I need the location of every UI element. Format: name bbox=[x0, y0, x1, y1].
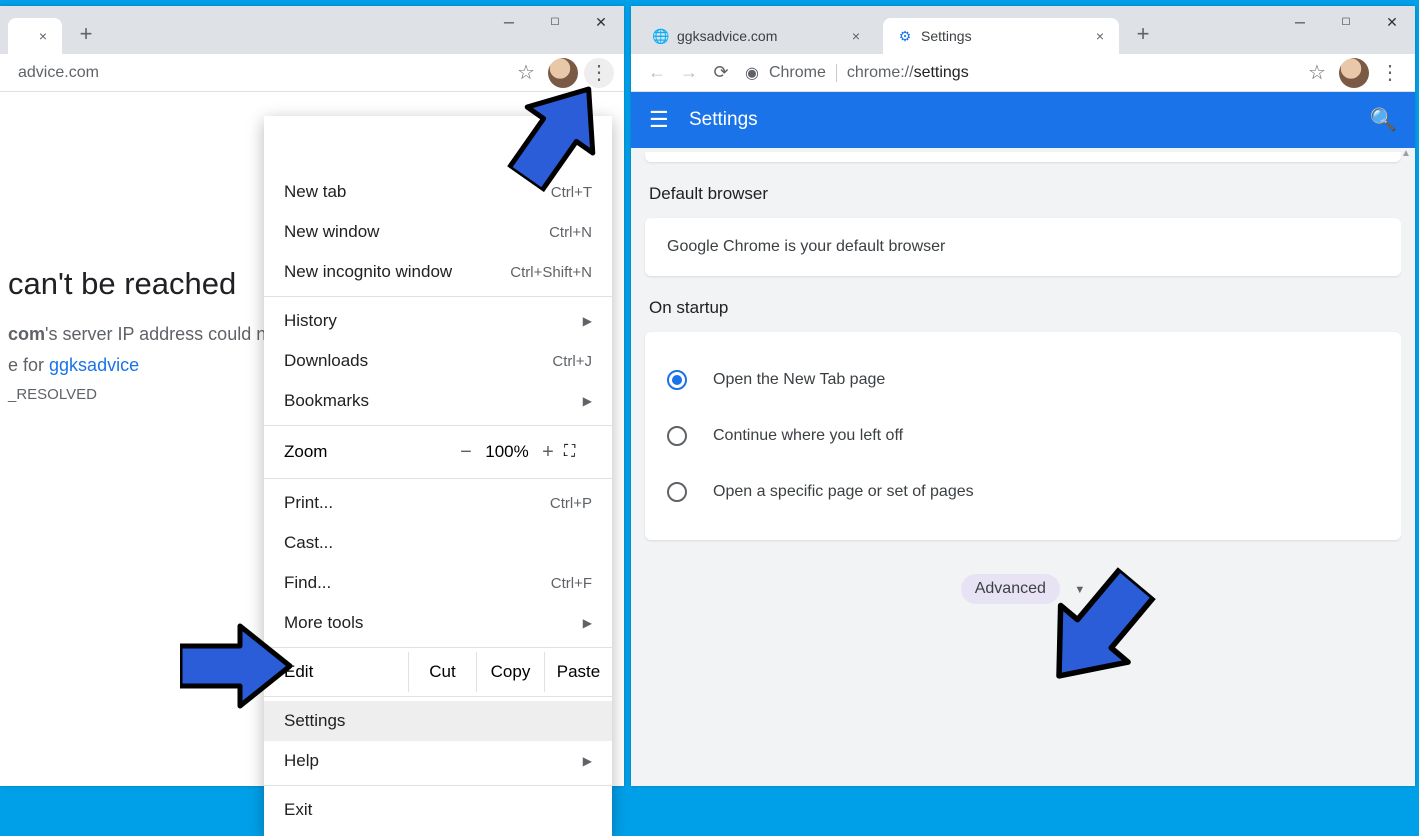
close-button[interactable]: ✕ bbox=[1369, 6, 1415, 38]
omnibar: ← → ⟳ ◉ Chrome chrome://settings ☆ ⋮ bbox=[631, 54, 1415, 92]
menu-history[interactable]: History▶ bbox=[264, 301, 612, 341]
advanced-row: Advanced ▼ bbox=[645, 574, 1401, 604]
tab-strip: 🌐 ggksadvice.com × ⚙ Settings × + ─ ☐ ✕ bbox=[631, 6, 1415, 54]
tab-label: Settings bbox=[921, 28, 972, 44]
bookmark-star-icon[interactable]: ☆ bbox=[1301, 57, 1333, 89]
settings-content: ▲ Default browser Google Chrome is your … bbox=[631, 148, 1415, 786]
tab-ggksadvice[interactable]: 🌐 ggksadvice.com × bbox=[639, 18, 875, 54]
new-tab-button[interactable]: + bbox=[70, 18, 102, 50]
startup-option-specific[interactable]: Open a specific page or set of pages bbox=[667, 464, 1379, 520]
maximize-button[interactable]: ☐ bbox=[1323, 6, 1369, 38]
tab-close-button[interactable]: × bbox=[847, 27, 865, 45]
menu-help[interactable]: Help▶ bbox=[264, 741, 612, 781]
profile-avatar[interactable] bbox=[548, 58, 578, 88]
edit-label: Edit bbox=[264, 662, 408, 682]
menu-find[interactable]: Find...Ctrl+F bbox=[264, 563, 612, 603]
menu-downloads[interactable]: DownloadsCtrl+J bbox=[264, 341, 612, 381]
default-browser-text: Google Chrome is your default browser bbox=[667, 238, 945, 255]
copy-button[interactable]: Copy bbox=[476, 652, 544, 692]
submenu-arrow-icon: ▶ bbox=[583, 394, 592, 408]
advanced-button[interactable]: Advanced bbox=[961, 574, 1060, 604]
minimize-button[interactable]: ─ bbox=[486, 6, 532, 38]
menu-print[interactable]: Print...Ctrl+P bbox=[264, 483, 612, 523]
globe-icon: 🌐 bbox=[653, 28, 669, 44]
menu-kebab-icon[interactable]: ⋮ bbox=[584, 58, 614, 88]
radio-icon bbox=[667, 426, 687, 446]
default-browser-card: Google Chrome is your default browser bbox=[645, 218, 1401, 276]
zoom-label: Zoom bbox=[284, 442, 450, 462]
active-tab[interactable]: × bbox=[8, 18, 62, 54]
forward-button[interactable]: → bbox=[673, 57, 705, 89]
chrome-main-menu: New tabCtrl+T New windowCtrl+N New incog… bbox=[264, 116, 612, 836]
back-button[interactable]: ← bbox=[641, 57, 673, 89]
maximize-button[interactable]: ☐ bbox=[532, 6, 578, 38]
menu-incognito[interactable]: New incognito windowCtrl+Shift+N bbox=[264, 252, 612, 292]
menu-more-tools[interactable]: More tools▶ bbox=[264, 603, 612, 643]
tab-close-button[interactable]: × bbox=[34, 27, 52, 45]
profile-avatar[interactable] bbox=[1339, 58, 1369, 88]
radio-icon bbox=[667, 370, 687, 390]
startup-option-newtab[interactable]: Open the New Tab page bbox=[667, 352, 1379, 408]
menu-zoom-row: Zoom − 100% + ⛶ bbox=[264, 430, 612, 474]
window-controls: ─ ☐ ✕ bbox=[486, 6, 624, 38]
chevron-down-icon: ▼ bbox=[1074, 584, 1085, 596]
menu-exit[interactable]: Exit bbox=[264, 790, 612, 830]
paste-button[interactable]: Paste bbox=[544, 652, 612, 692]
settings-appbar: ☰ Settings 🔍 bbox=[631, 92, 1415, 148]
appbar-title: Settings bbox=[689, 109, 1370, 131]
chrome-logo-icon: ◉ bbox=[745, 63, 759, 83]
menu-bookmarks[interactable]: Bookmarks▶ bbox=[264, 381, 612, 421]
zoom-out-button[interactable]: − bbox=[450, 441, 482, 464]
search-suggestion-link[interactable]: ggksadvice bbox=[49, 355, 139, 375]
section-default-browser: Default browser bbox=[649, 184, 1397, 204]
hamburger-icon[interactable]: ☰ bbox=[649, 107, 677, 133]
chrome-window-right: 🌐 ggksadvice.com × ⚙ Settings × + ─ ☐ ✕ … bbox=[631, 6, 1415, 786]
url-chip: Chrome bbox=[769, 64, 837, 82]
fullscreen-icon[interactable]: ⛶ bbox=[564, 443, 592, 461]
menu-new-tab[interactable]: New tabCtrl+T bbox=[264, 172, 612, 212]
reload-button[interactable]: ⟳ bbox=[705, 57, 737, 89]
tab-close-button[interactable]: × bbox=[1091, 27, 1109, 45]
submenu-arrow-icon: ▶ bbox=[583, 754, 592, 768]
menu-kebab-icon[interactable]: ⋮ bbox=[1375, 58, 1405, 88]
menu-settings[interactable]: Settings bbox=[264, 701, 612, 741]
submenu-arrow-icon: ▶ bbox=[583, 314, 592, 328]
tab-settings[interactable]: ⚙ Settings × bbox=[883, 18, 1119, 54]
cut-button[interactable]: Cut bbox=[408, 652, 476, 692]
menu-edit-row: Edit Cut Copy Paste bbox=[264, 652, 612, 692]
section-on-startup: On startup bbox=[649, 298, 1397, 318]
new-tab-button[interactable]: + bbox=[1127, 18, 1159, 50]
search-icon[interactable]: 🔍 bbox=[1370, 107, 1397, 133]
address-bar[interactable]: ◉ Chrome chrome://settings bbox=[737, 58, 1301, 88]
radio-icon bbox=[667, 482, 687, 502]
tab-label: ggksadvice.com bbox=[677, 28, 777, 44]
startup-option-continue[interactable]: Continue where you left off bbox=[667, 408, 1379, 464]
window-controls: ─ ☐ ✕ bbox=[1277, 6, 1415, 38]
address-bar[interactable]: advice.com bbox=[10, 58, 510, 88]
bookmark-star-icon[interactable]: ☆ bbox=[510, 57, 542, 89]
tab-strip: × + ─ ☐ ✕ bbox=[0, 6, 624, 54]
close-button[interactable]: ✕ bbox=[578, 6, 624, 38]
zoom-in-button[interactable]: + bbox=[532, 441, 564, 464]
scrollbar[interactable]: ▲ bbox=[1401, 148, 1415, 786]
omnibar: advice.com ☆ ⋮ bbox=[0, 54, 624, 92]
gear-icon: ⚙ bbox=[897, 28, 913, 44]
submenu-arrow-icon: ▶ bbox=[583, 616, 592, 630]
menu-cast[interactable]: Cast... bbox=[264, 523, 612, 563]
minimize-button[interactable]: ─ bbox=[1277, 6, 1323, 38]
zoom-value: 100% bbox=[482, 442, 532, 462]
menu-new-window[interactable]: New windowCtrl+N bbox=[264, 212, 612, 252]
startup-card: Open the New Tab page Continue where you… bbox=[645, 332, 1401, 540]
